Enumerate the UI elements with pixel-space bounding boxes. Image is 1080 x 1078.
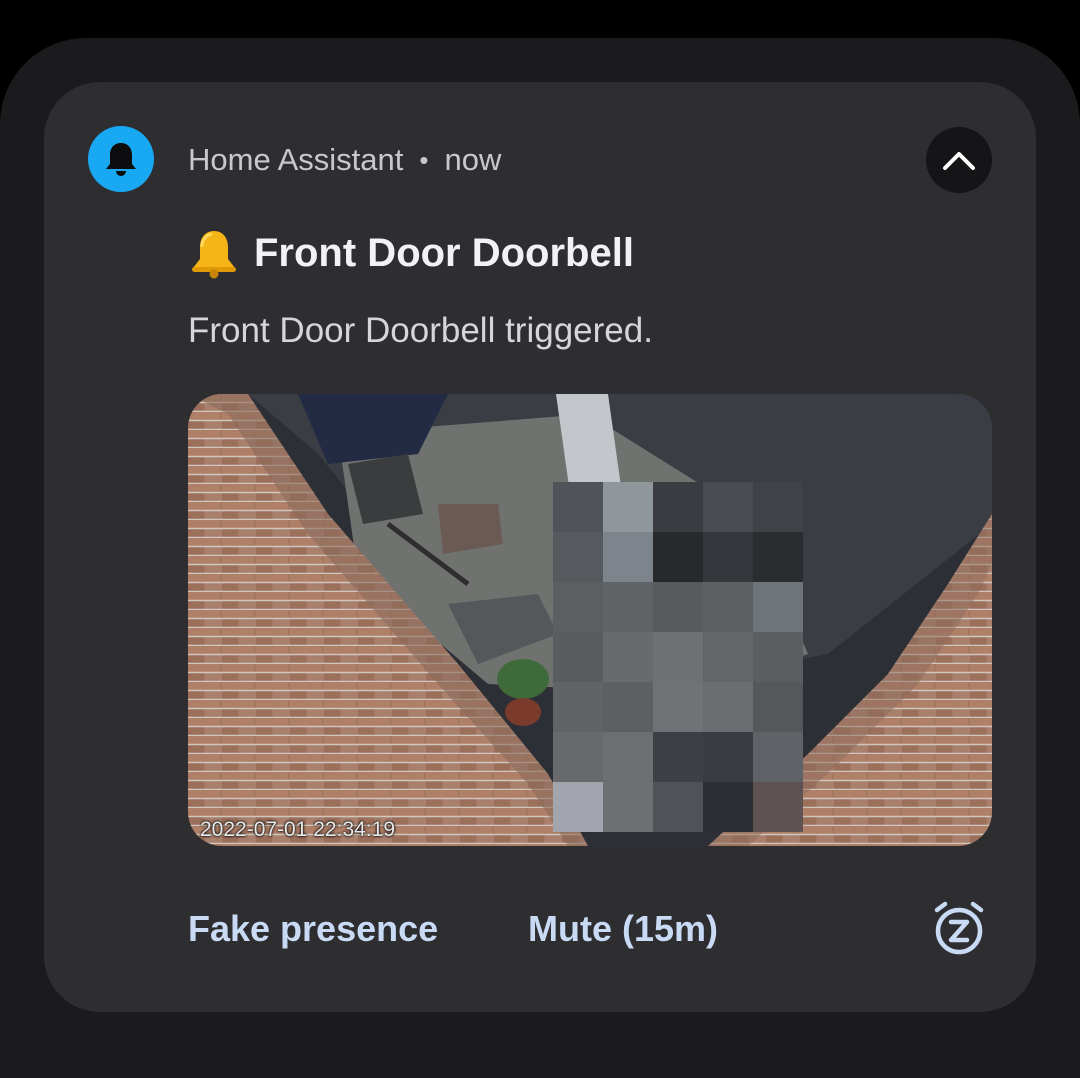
notification-title-row: Front Door Doorbell [188, 224, 634, 282]
app-name: Home Assistant [188, 142, 404, 177]
mute-15m-button[interactable]: Mute (15m) [528, 902, 718, 956]
bell-icon [106, 143, 136, 176]
camera-snapshot-image[interactable]: 2022-07-01 22:34:19 [188, 394, 992, 846]
app-icon [88, 126, 154, 192]
snooze-button[interactable] [928, 898, 990, 960]
notification-title: Front Door Doorbell [254, 230, 634, 275]
notification-time: now [444, 142, 502, 177]
notification-message: Front Door Doorbell triggered. [188, 311, 653, 350]
chevron-up-icon [943, 152, 975, 170]
camera-snapshot-scene [188, 394, 992, 846]
notification-header: Home Assistant • now [188, 138, 501, 182]
pixelated-person [553, 482, 803, 832]
fake-presence-button[interactable]: Fake presence [188, 902, 438, 956]
collapse-button[interactable] [926, 127, 992, 193]
bell-emoji-icon [192, 231, 236, 279]
snapshot-timestamp: 2022-07-01 22:34:19 [200, 818, 395, 841]
header-separator: • [419, 144, 429, 175]
snooze-alarm-icon [934, 901, 984, 955]
